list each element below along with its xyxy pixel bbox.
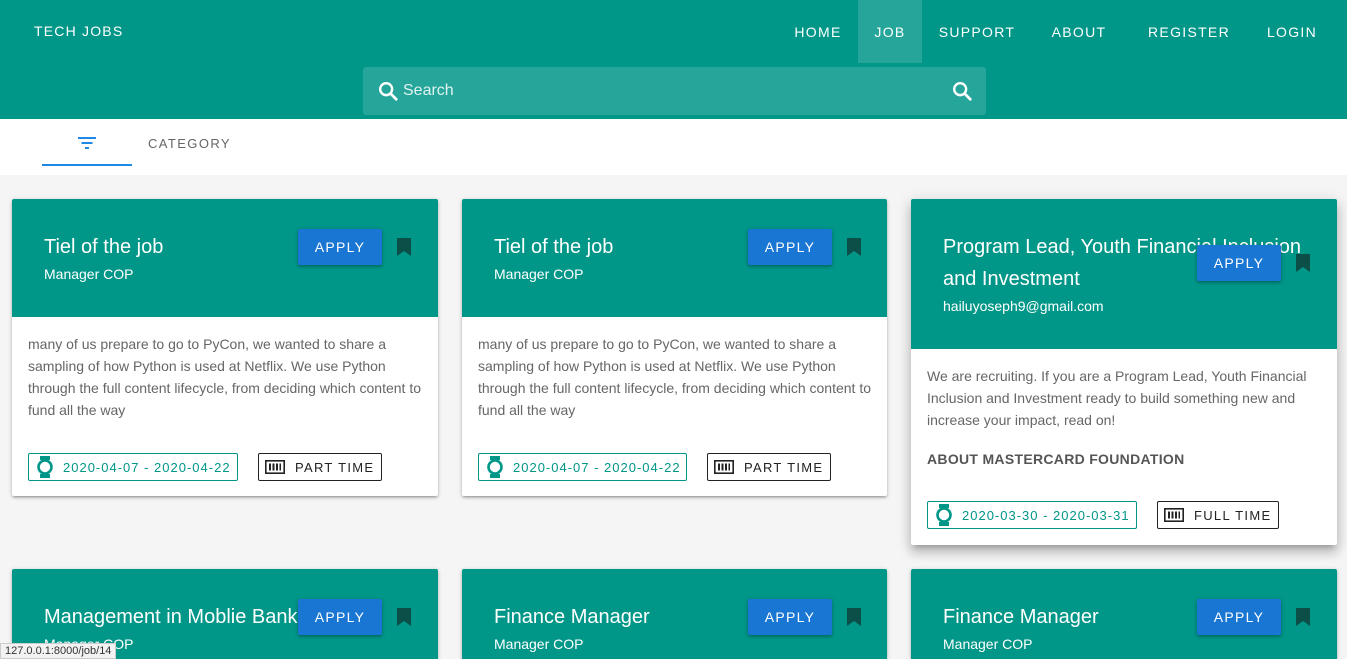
bookmark-icon[interactable]	[1296, 254, 1310, 272]
job-title: Finance Manager	[494, 606, 650, 628]
job-title: Tiel of the job	[494, 236, 614, 258]
date-range: 2020-03-30 - 2020-03-31	[962, 507, 1130, 523]
job-card-header: Tiel of the job Manager COP APPLY	[12, 199, 438, 317]
job-subtitle: Manager COP	[943, 636, 1033, 652]
nav-home[interactable]: HOME	[778, 0, 858, 63]
nav-support[interactable]: SUPPORT	[922, 0, 1032, 63]
browser-status-url: 127.0.0.1:8000/job/14	[0, 643, 117, 659]
nav-about[interactable]: ABOUT	[1032, 0, 1126, 63]
job-card: Tiel of the job Manager COP APPLY many o…	[12, 199, 438, 496]
company-heading: ABOUT MASTERCARD FOUNDATION	[927, 451, 1185, 467]
apply-button[interactable]: APPLY	[1197, 245, 1281, 281]
barcode-icon	[1164, 508, 1184, 522]
type-chip: FULL TIME	[1157, 501, 1279, 529]
job-card-header: Program Lead, Youth Financial Inclusion …	[911, 199, 1337, 349]
apply-button[interactable]: APPLY	[1197, 599, 1281, 635]
date-chip: 2020-04-07 - 2020-04-22	[478, 453, 687, 481]
job-title: Finance Manager	[943, 606, 1099, 628]
bookmark-icon[interactable]	[397, 608, 411, 626]
brand-title[interactable]: TECH JOBS	[34, 23, 123, 39]
date-chip: 2020-03-30 - 2020-03-31	[927, 501, 1137, 529]
filter-icon	[78, 137, 96, 149]
job-card: Finance Manager Manager COP APPLY	[911, 569, 1337, 659]
type-chip: PART TIME	[707, 453, 831, 481]
nav-job[interactable]: JOB	[858, 0, 922, 63]
search-icon	[379, 82, 398, 101]
bookmark-icon[interactable]	[847, 238, 861, 256]
apply-button[interactable]: APPLY	[748, 229, 832, 265]
job-type: PART TIME	[744, 459, 824, 475]
barcode-icon	[265, 460, 285, 474]
job-description: We are recruiting. If you are a Program …	[927, 368, 1307, 428]
date-chip: 2020-04-07 - 2020-04-22	[28, 453, 238, 481]
job-type: FULL TIME	[1194, 507, 1272, 523]
job-subtitle: Manager COP	[494, 636, 584, 652]
date-range: 2020-04-07 - 2020-04-22	[63, 459, 231, 475]
job-card: Program Lead, Youth Financial Inclusion …	[911, 199, 1337, 545]
job-subtitle: Manager COP	[494, 266, 584, 282]
watch-icon	[936, 504, 952, 526]
tab-filter[interactable]	[42, 119, 132, 167]
job-subtitle: Manager COP	[44, 266, 134, 282]
bookmark-icon[interactable]	[397, 238, 411, 256]
apply-button[interactable]: APPLY	[298, 229, 382, 265]
bookmark-icon[interactable]	[1296, 608, 1310, 626]
job-card-header: Finance Manager Manager COP APPLY	[911, 569, 1337, 659]
job-card: Finance Manager Manager COP APPLY	[462, 569, 887, 659]
nav-login[interactable]: LOGIN	[1250, 0, 1334, 63]
app-bar: TECH JOBS HOME JOB SUPPORT ABOUT REGISTE…	[0, 0, 1347, 119]
tabs-bar: CATEGORY	[0, 119, 1347, 175]
job-subtitle: hailuyoseph9@gmail.com	[943, 298, 1104, 314]
job-description: many of us prepare to go to PyCon, we wa…	[28, 336, 421, 418]
job-title: Tiel of the job	[44, 236, 164, 258]
job-title: Management in Moblie Banking	[44, 606, 312, 628]
type-chip: PART TIME	[258, 453, 382, 481]
watch-icon	[487, 456, 503, 478]
search-input[interactable]	[403, 67, 923, 115]
apply-button[interactable]: APPLY	[748, 599, 832, 635]
watch-icon	[37, 456, 53, 478]
date-range: 2020-04-07 - 2020-04-22	[513, 459, 681, 475]
search-bar	[363, 67, 986, 115]
job-type: PART TIME	[295, 459, 375, 475]
tab-indicator	[42, 164, 132, 166]
apply-button[interactable]: APPLY	[298, 599, 382, 635]
barcode-icon	[714, 460, 734, 474]
job-card: Tiel of the job Manager COP APPLY many o…	[462, 199, 887, 496]
job-description: many of us prepare to go to PyCon, we wa…	[478, 336, 871, 418]
job-card-header: Tiel of the job Manager COP APPLY	[462, 199, 887, 317]
tab-category[interactable]: CATEGORY	[148, 136, 231, 151]
bookmark-icon[interactable]	[847, 608, 861, 626]
nav-register[interactable]: REGISTER	[1128, 0, 1250, 63]
search-submit-icon[interactable]	[951, 80, 973, 102]
job-card-header: Finance Manager Manager COP APPLY	[462, 569, 887, 659]
